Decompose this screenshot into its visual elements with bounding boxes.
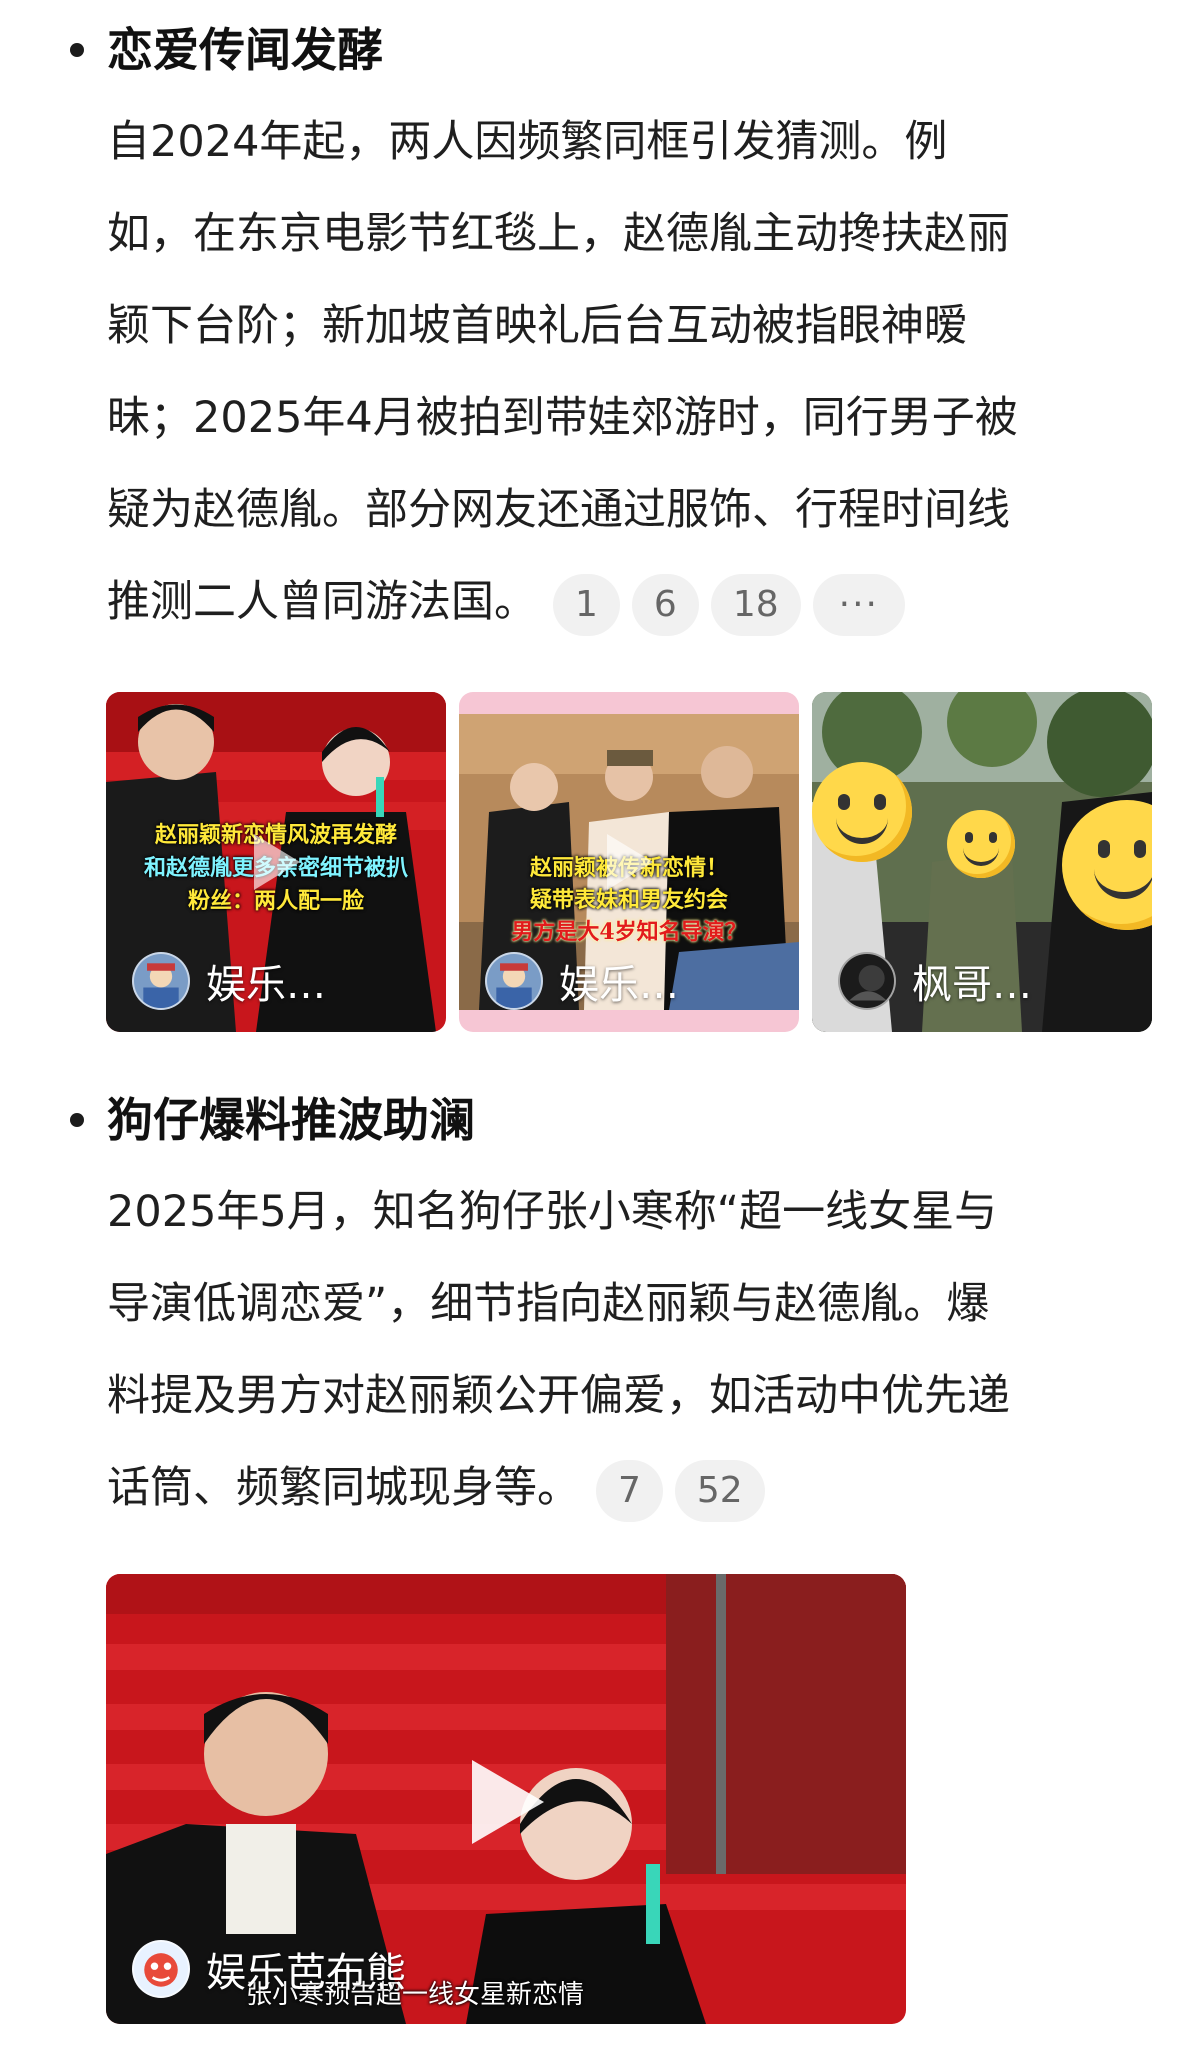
bullet-dot	[70, 43, 84, 57]
citation-badge[interactable]: 52	[674, 1459, 765, 1522]
author-avatar	[132, 1940, 190, 1998]
author-name: 娱乐芭布熊	[206, 1950, 406, 1996]
paragraph-line: 昧；2025年4月被拍到带娃郊游时，同行男子被	[107, 393, 1018, 443]
video-player-thumbnail[interactable]: 张小寒预告超一线女星新恋情 娱乐芭布熊	[106, 1574, 906, 2024]
author-name: 娱乐…	[559, 962, 679, 1008]
paragraph-line-text: 推测二人曾同游法国。	[107, 577, 537, 627]
play-icon	[607, 834, 653, 890]
section-paragraph: 自2024年起，两人因频繁同框引发猜测。例 如，在东京电影节红毯上，赵德胤主动搀…	[107, 96, 1157, 648]
emoji-sticker	[1062, 800, 1152, 930]
bullet-dot	[70, 1113, 84, 1127]
section-paragraph: 2025年5月，知名狗仔张小寒称“超一线女星与 导演低调恋爱”，细节指向赵丽颖与…	[107, 1166, 1157, 1534]
author-name: 枫哥…	[912, 962, 1032, 1008]
citation-badge[interactable]: 7	[596, 1459, 663, 1522]
paragraph-line: 如，在东京电影节红毯上，赵德胤主动搀扶赵丽	[107, 209, 1010, 259]
paragraph-line: 导演低调恋爱”，细节指向赵丽颖与赵德胤。爆	[107, 1279, 990, 1329]
video-author[interactable]: 娱乐…	[485, 952, 679, 1010]
section-heading: 恋爱传闻发酵	[107, 23, 383, 77]
author-name: 娱乐…	[206, 962, 326, 1008]
paragraph-line-last: 推测二人曾同游法国。 1 6 18 ···	[107, 556, 1157, 648]
author-avatar	[132, 952, 190, 1010]
more-citations-button[interactable]: ···	[812, 573, 905, 636]
video-author[interactable]: 娱乐…	[132, 952, 326, 1010]
citation-badge[interactable]: 6	[631, 573, 699, 636]
emoji-sticker	[947, 810, 1015, 878]
play-icon	[472, 1760, 544, 1844]
author-avatar	[485, 952, 543, 1010]
section-heading: 狗仔爆料推波助澜	[107, 1093, 475, 1147]
paragraph-line: 2025年5月，知名狗仔张小寒称“超一线女星与	[107, 1187, 998, 1237]
play-icon	[254, 834, 300, 890]
paragraph-line: 料提及男方对赵丽颖公开偏爱，如活动中优先递	[107, 1371, 1010, 1421]
video-thumbnail-2[interactable]: 赵丽颖被传新恋情！ 疑带表妹和男友约会 男方是大4岁知名导演？ 娱乐…	[459, 692, 799, 1032]
author-avatar	[838, 952, 896, 1010]
paragraph-line: 自2024年起，两人因频繁同框引发猜测。例	[107, 117, 948, 167]
video-author[interactable]: 枫哥…	[838, 952, 1032, 1010]
citation-badge[interactable]: 1	[553, 573, 620, 636]
paragraph-line-last: 话筒、频繁同城现身等。 7 52	[107, 1442, 1157, 1534]
video-author[interactable]: 娱乐芭布熊	[132, 1940, 406, 1998]
paragraph-line-text: 话筒、频繁同城现身等。	[107, 1463, 580, 1513]
paragraph-line: 颖下台阶；新加坡首映礼后台互动被指眼神暧	[107, 301, 967, 351]
overlay-caption-line: 男方是大4岁知名导演？	[511, 919, 747, 945]
emoji-sticker	[812, 762, 912, 862]
video-thumbnail-3[interactable]: 枫哥…	[812, 692, 1152, 1032]
paragraph-line: 疑为赵德胤。部分网友还通过服饰、行程时间线	[107, 485, 1010, 535]
citation-badge[interactable]: 18	[710, 573, 801, 636]
video-thumbnail-1[interactable]: 赵丽颖新恋情风波再发酵 和赵德胤更多亲密细节被扒 粉丝：两人配一脸 娱乐…	[106, 692, 446, 1032]
